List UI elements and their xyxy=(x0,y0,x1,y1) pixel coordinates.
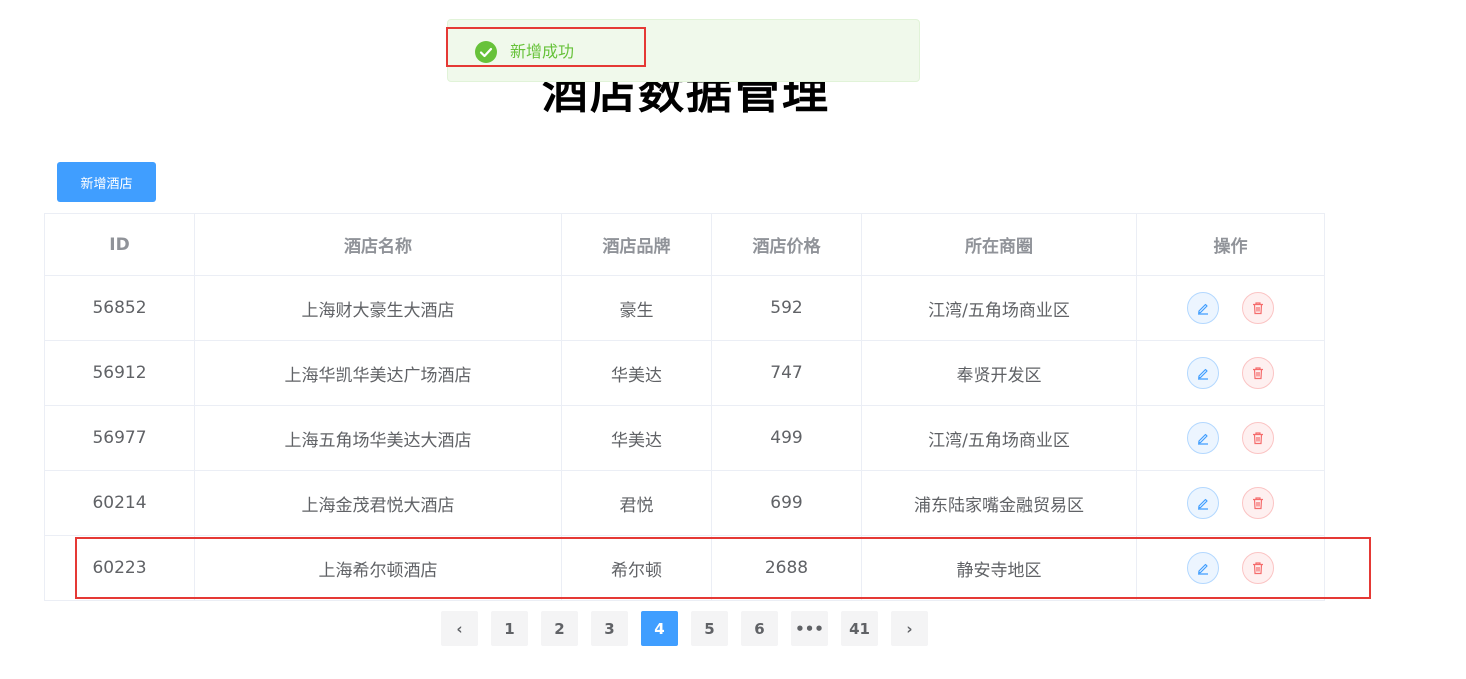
delete-button[interactable] xyxy=(1242,552,1275,584)
page-6[interactable]: 6 xyxy=(741,611,778,646)
cell-price: 2688 xyxy=(711,535,862,601)
cell-brand: 希尔顿 xyxy=(561,535,712,601)
delete-icon xyxy=(1253,497,1264,510)
cell-area: 奉贤开发区 xyxy=(861,340,1137,406)
cell-name: 上海财大豪生大酒店 xyxy=(194,275,562,341)
cell-area: 静安寺地区 xyxy=(861,535,1137,601)
cell-name: 上海金茂君悦大酒店 xyxy=(194,470,562,536)
cell-actions xyxy=(1136,535,1325,601)
page-41[interactable]: 41 xyxy=(841,611,878,646)
more-pages-ellipsis[interactable]: ••• xyxy=(791,611,828,646)
toast-message: 新增成功 xyxy=(510,42,575,61)
cell-price: 592 xyxy=(711,275,862,341)
cell-id: 56977 xyxy=(44,405,195,471)
delete-icon xyxy=(1253,562,1264,575)
column-header-name: 酒店名称 xyxy=(194,213,562,276)
page-3[interactable]: 3 xyxy=(591,611,628,646)
edit-button[interactable] xyxy=(1186,422,1219,454)
column-header-price: 酒店价格 xyxy=(711,213,862,276)
cell-id: 60223 xyxy=(44,535,195,601)
delete-icon xyxy=(1253,367,1264,380)
table-row: 56852 上海财大豪生大酒店 豪生 592 江湾/五角场商业区 xyxy=(44,275,1325,341)
edit-button[interactable] xyxy=(1186,292,1219,324)
page-5[interactable]: 5 xyxy=(691,611,728,646)
prev-page-button[interactable]: ‹ xyxy=(441,611,478,646)
cell-actions xyxy=(1136,470,1325,536)
add-hotel-button[interactable]: 新增酒店 xyxy=(57,162,156,202)
delete-icon xyxy=(1253,302,1264,315)
edit-button[interactable] xyxy=(1186,552,1219,584)
cell-name: 上海希尔顿酒店 xyxy=(194,535,562,601)
cell-actions xyxy=(1136,275,1325,341)
cell-area: 浦东陆家嘴金融贸易区 xyxy=(861,470,1137,536)
column-header-id: ID xyxy=(44,213,195,276)
table-row: 56977 上海五角场华美达大酒店 华美达 499 江湾/五角场商业区 xyxy=(44,405,1325,471)
cell-area: 江湾/五角场商业区 xyxy=(861,405,1137,471)
delete-icon xyxy=(1253,432,1264,445)
edit-icon xyxy=(1197,368,1208,380)
edit-button[interactable] xyxy=(1186,357,1219,389)
edit-button[interactable] xyxy=(1186,487,1219,519)
column-header-area: 所在商圈 xyxy=(861,213,1137,276)
cell-actions xyxy=(1136,405,1325,471)
table-row: 60214 上海金茂君悦大酒店 君悦 699 浦东陆家嘴金融贸易区 xyxy=(44,470,1325,536)
cell-brand: 君悦 xyxy=(561,470,712,536)
success-toast: 新增成功 xyxy=(447,19,920,82)
table-row: 60223 上海希尔顿酒店 希尔顿 2688 静安寺地区 xyxy=(44,535,1325,601)
cell-brand: 华美达 xyxy=(561,405,712,471)
cell-price: 699 xyxy=(711,470,862,536)
cell-name: 上海华凯华美达广场酒店 xyxy=(194,340,562,406)
hotel-table: ID 酒店名称 酒店品牌 酒店价格 所在商圈 操作 56852 上海财大豪生大酒… xyxy=(44,213,1325,601)
cell-id: 56852 xyxy=(44,275,195,341)
column-header-actions: 操作 xyxy=(1136,213,1325,276)
page-1[interactable]: 1 xyxy=(491,611,528,646)
cell-brand: 华美达 xyxy=(561,340,712,406)
pagination: ‹ 1 2 3 4 5 6 ••• 41 › xyxy=(441,611,928,646)
next-page-button[interactable]: › xyxy=(891,611,928,646)
edit-icon xyxy=(1197,303,1208,315)
check-circle-icon xyxy=(475,41,497,63)
cell-actions xyxy=(1136,340,1325,406)
edit-icon xyxy=(1197,433,1208,445)
cell-brand: 豪生 xyxy=(561,275,712,341)
cell-price: 499 xyxy=(711,405,862,471)
delete-button[interactable] xyxy=(1242,487,1275,519)
cell-id: 56912 xyxy=(44,340,195,406)
delete-button[interactable] xyxy=(1242,292,1275,324)
cell-id: 60214 xyxy=(44,470,195,536)
cell-price: 747 xyxy=(711,340,862,406)
column-header-brand: 酒店品牌 xyxy=(561,213,712,276)
page-4-current[interactable]: 4 xyxy=(641,611,678,646)
delete-button[interactable] xyxy=(1242,357,1275,389)
table-row: 56912 上海华凯华美达广场酒店 华美达 747 奉贤开发区 xyxy=(44,340,1325,406)
cell-name: 上海五角场华美达大酒店 xyxy=(194,405,562,471)
cell-area: 江湾/五角场商业区 xyxy=(861,275,1137,341)
edit-icon xyxy=(1197,563,1208,575)
table-header-row: ID 酒店名称 酒店品牌 酒店价格 所在商圈 操作 xyxy=(44,213,1325,276)
delete-button[interactable] xyxy=(1242,422,1275,454)
edit-icon xyxy=(1197,498,1208,510)
page-2[interactable]: 2 xyxy=(541,611,578,646)
